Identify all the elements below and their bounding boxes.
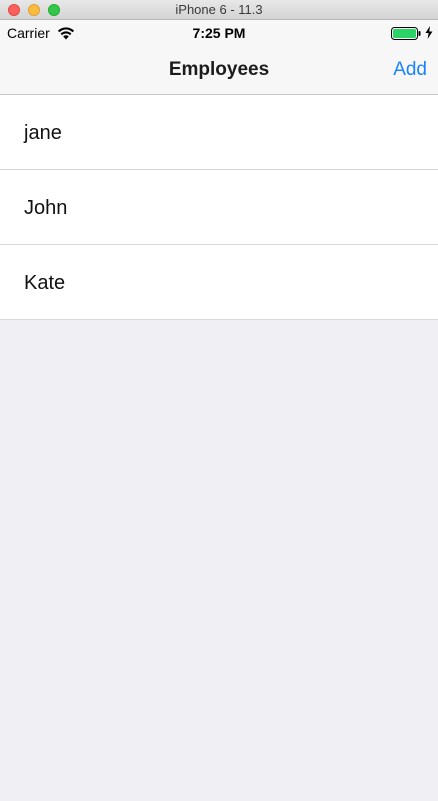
table-row[interactable]: jane	[0, 95, 438, 170]
status-bar: Carrier 7:25 PM	[0, 20, 438, 45]
battery-icon	[391, 27, 421, 40]
navigation-bar: Employees Add	[0, 45, 438, 95]
add-button[interactable]: Add	[393, 59, 427, 81]
charging-bolt-icon	[425, 26, 433, 39]
employee-name: jane	[24, 122, 62, 144]
table-row[interactable]: John	[0, 170, 438, 245]
employee-list: jane John Kate	[0, 95, 438, 320]
status-time: 7:25 PM	[192, 25, 246, 41]
table-row[interactable]: Kate	[0, 245, 438, 320]
simulator-window-bar: iPhone 6 - 11.3	[0, 0, 438, 20]
employee-name: Kate	[24, 272, 66, 294]
device-screen: Carrier 7:25 PM Employees Add jane John …	[0, 20, 438, 801]
page-title: Employees	[168, 59, 270, 80]
window-title: iPhone 6 - 11.3	[175, 2, 263, 17]
employee-name: John	[24, 197, 68, 219]
